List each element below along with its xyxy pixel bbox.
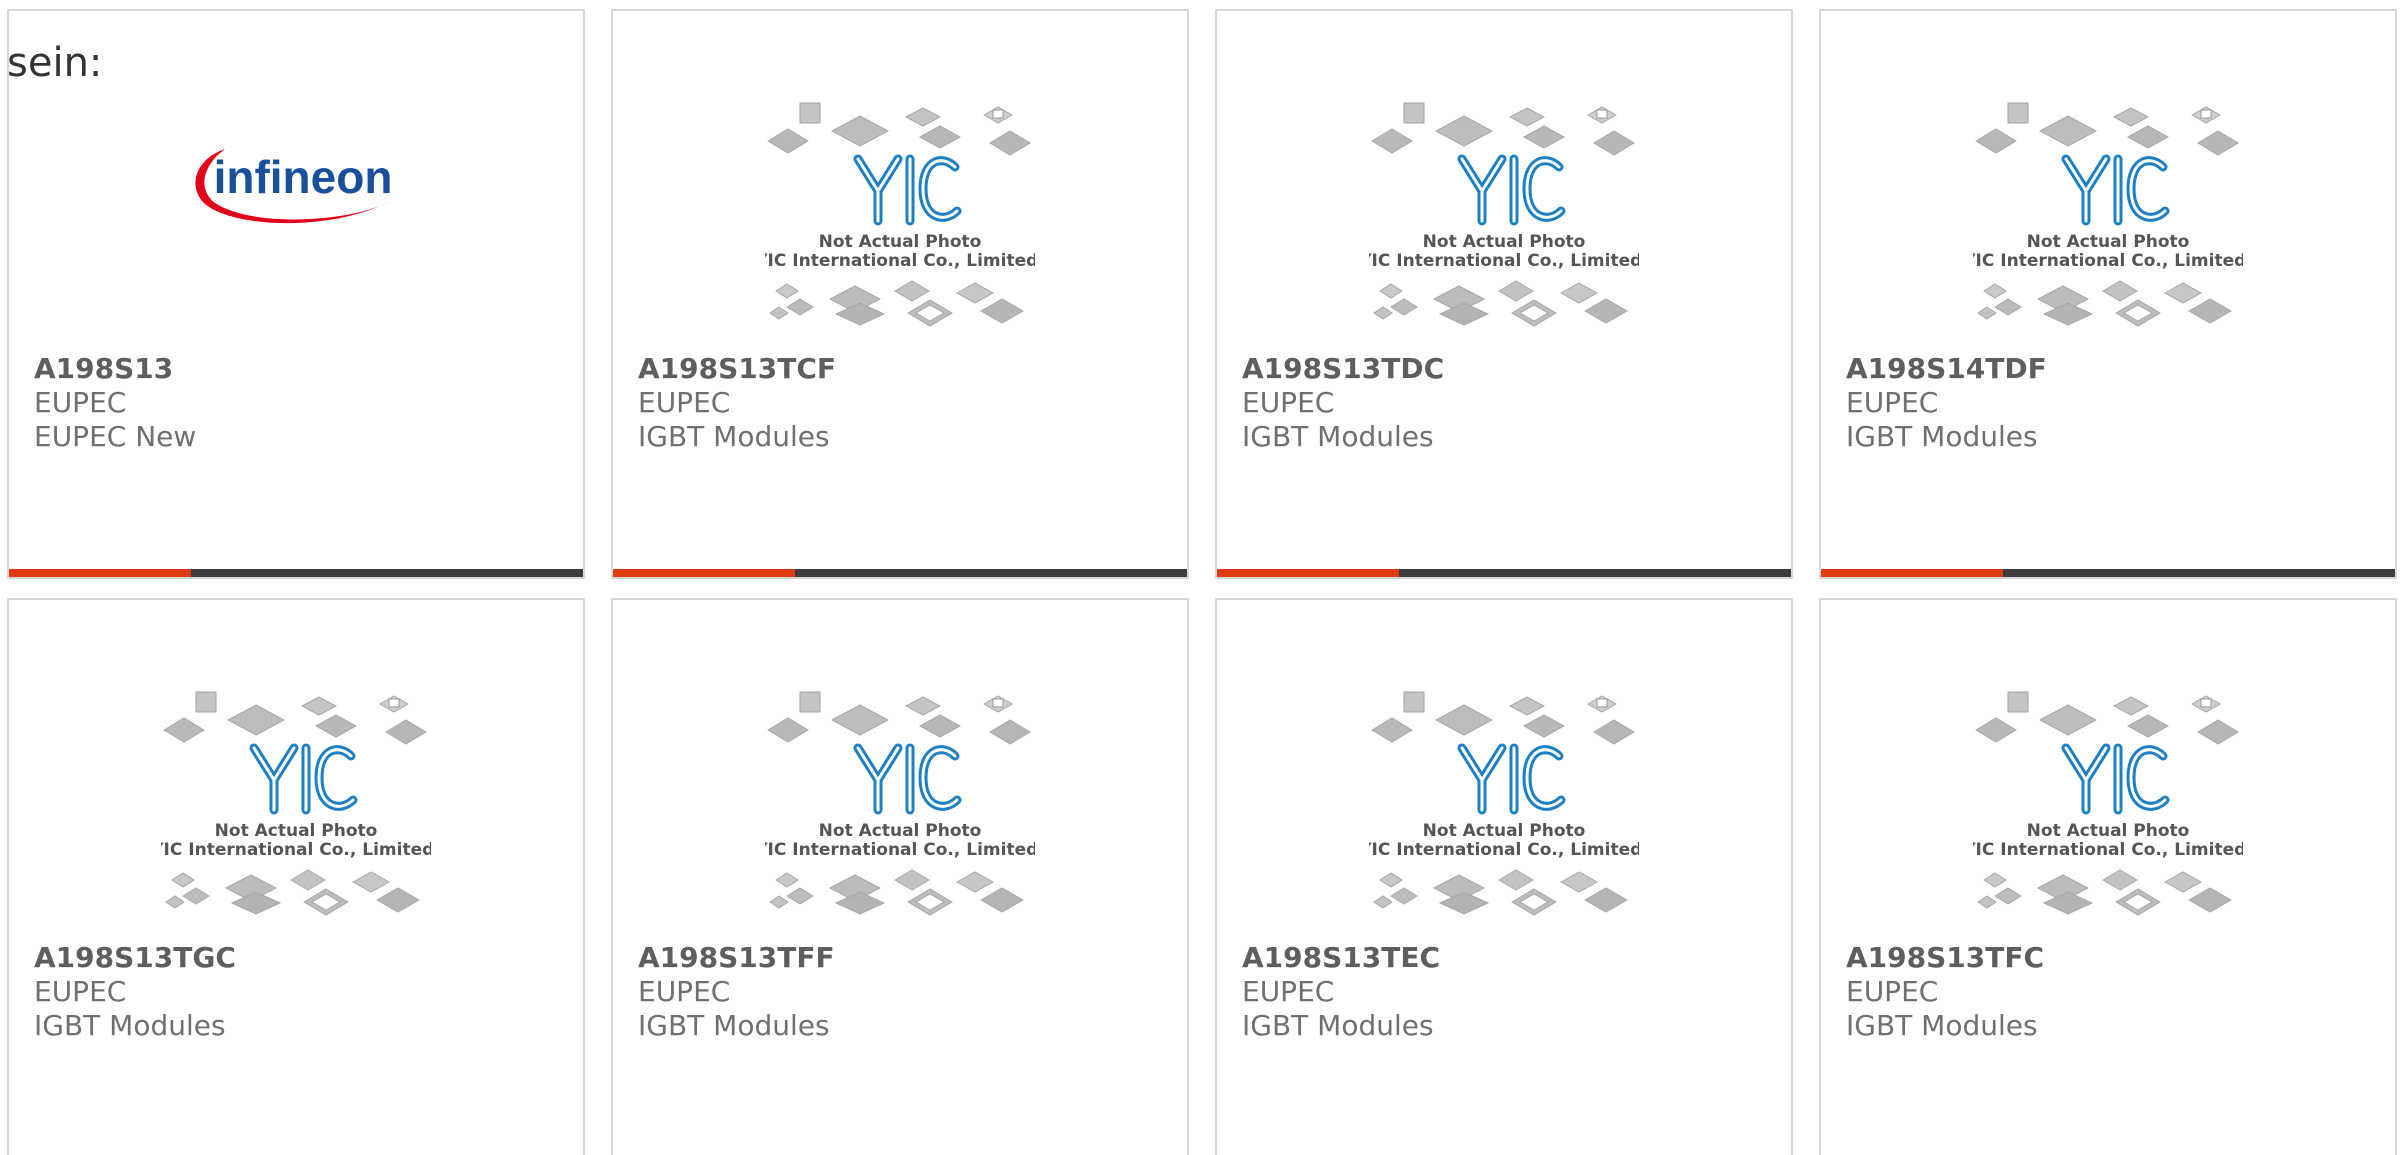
product-part-number[interactable]: A198S13 [34, 352, 196, 386]
yic-placeholder-photo-icon: Not Actual PhotoYIC International Co., L… [1973, 691, 2243, 916]
product-brand: EUPEC [1242, 386, 1335, 419]
product-category: EUPEC New [34, 420, 197, 453]
product-info: A198S13TCF EUPEC IGBT Modules [638, 352, 836, 454]
card-bottom-bar [9, 569, 583, 577]
card-accent-bar [1821, 569, 2003, 577]
product-card[interactable]: Not Actual Photo YIC International Co., L… [611, 9, 1189, 579]
yic-placeholder-photo-icon: Not Actual PhotoYIC International Co., L… [765, 102, 1035, 327]
product-part-number[interactable]: A198S13TEC [1242, 941, 1440, 975]
card-bottom-bar [1217, 569, 1791, 577]
placeholder-line2: YIC International Co., Limited. [765, 251, 1035, 271]
product-grid-page: sein: infineon A198S13 EUPEC EUPEC New N… [0, 0, 2407, 1155]
product-category: IGBT Modules [1846, 1009, 2038, 1042]
product-brand: EUPEC [1242, 975, 1335, 1008]
product-category: IGBT Modules [1242, 420, 1434, 453]
placeholder-line1: Not Actual Photo [819, 232, 982, 252]
placeholder-line1: Not Actual Photo [819, 821, 982, 841]
placeholder-line2: YIC International Co., Limited. [765, 840, 1035, 860]
product-info: A198S13TFC EUPEC IGBT Modules [1846, 941, 2044, 1043]
product-category: IGBT Modules [1846, 420, 2038, 453]
placeholder-line2: YIC International Co., Limited. [1369, 840, 1639, 860]
product-part-number[interactable]: A198S13TGC [34, 941, 236, 975]
yic-placeholder-photo-icon: Not Actual PhotoYIC International Co., L… [1369, 691, 1639, 916]
placeholder-line2: YIC International Co., Limited. [1369, 251, 1639, 271]
placeholder-line1: Not Actual Photo [2027, 821, 2190, 841]
product-card[interactable]: Not Actual Photo YIC International Co., L… [611, 598, 1189, 1155]
placeholder-line1: Not Actual Photo [1423, 232, 1586, 252]
placeholder-line1: Not Actual Photo [215, 821, 378, 841]
product-card[interactable]: Not Actual Photo YIC International Co., L… [1819, 9, 2397, 579]
product-brand: EUPEC [34, 975, 127, 1008]
product-card[interactable]: Not Actual Photo YIC International Co., L… [1215, 598, 1793, 1155]
product-part-number[interactable]: A198S13TFC [1846, 941, 2044, 975]
placeholder-line2: YIC International Co., Limited. [1973, 251, 2243, 271]
placeholder-line2: YIC International Co., Limited. [161, 840, 431, 860]
card-accent-bar [613, 569, 795, 577]
product-info: A198S13TDC EUPEC IGBT Modules [1242, 352, 1444, 454]
placeholder-line1: Not Actual Photo [2027, 232, 2190, 252]
product-part-number[interactable]: A198S13TDC [1242, 352, 1444, 386]
product-info: A198S14TDF EUPEC IGBT Modules [1846, 352, 2047, 454]
product-part-number[interactable]: A198S13TFF [638, 941, 835, 975]
product-brand: EUPEC [638, 386, 731, 419]
product-category: IGBT Modules [1242, 1009, 1434, 1042]
product-info: A198S13TFF EUPEC IGBT Modules [638, 941, 835, 1043]
infineon-logo-icon: infineon [195, 149, 393, 224]
placeholder-line1: Not Actual Photo [1423, 821, 1586, 841]
card-bottom-bar [1821, 569, 2395, 577]
product-brand: EUPEC [638, 975, 731, 1008]
product-category: IGBT Modules [638, 1009, 830, 1042]
yic-placeholder-photo-icon: Not Actual PhotoYIC International Co., L… [765, 691, 1035, 916]
product-info: A198S13TGC EUPEC IGBT Modules [34, 941, 236, 1043]
product-card[interactable]: Not Actual Photo YIC International Co., L… [7, 598, 585, 1155]
product-card[interactable]: Not Actual Photo YIC International Co., L… [1819, 598, 2397, 1155]
product-info: A198S13TEC EUPEC IGBT Modules [1242, 941, 1440, 1043]
product-category: IGBT Modules [34, 1009, 226, 1042]
card-accent-bar [1217, 569, 1399, 577]
card-bottom-bar [613, 569, 1187, 577]
product-part-number[interactable]: A198S13TCF [638, 352, 836, 386]
product-brand: EUPEC [34, 386, 127, 419]
logo-text: infineon [214, 151, 393, 203]
product-card[interactable]: Not Actual Photo YIC International Co., L… [1215, 9, 1793, 579]
yic-placeholder-photo-icon: Not Actual PhotoYIC International Co., L… [161, 691, 431, 916]
card-accent-bar [9, 569, 191, 577]
product-card[interactable]: infineon A198S13 EUPEC EUPEC New [7, 9, 585, 579]
placeholder-line2: YIC International Co., Limited. [1973, 840, 2243, 860]
intro-text: sein: [7, 40, 103, 86]
product-brand: EUPEC [1846, 386, 1939, 419]
yic-placeholder-photo-icon: Not Actual PhotoYIC International Co., L… [1973, 102, 2243, 327]
product-category: IGBT Modules [638, 420, 830, 453]
product-brand: EUPEC [1846, 975, 1939, 1008]
product-info: A198S13 EUPEC EUPEC New [34, 352, 196, 454]
product-part-number[interactable]: A198S14TDF [1846, 352, 2047, 386]
yic-placeholder-photo-icon: Not Actual PhotoYIC International Co., L… [1369, 102, 1639, 327]
